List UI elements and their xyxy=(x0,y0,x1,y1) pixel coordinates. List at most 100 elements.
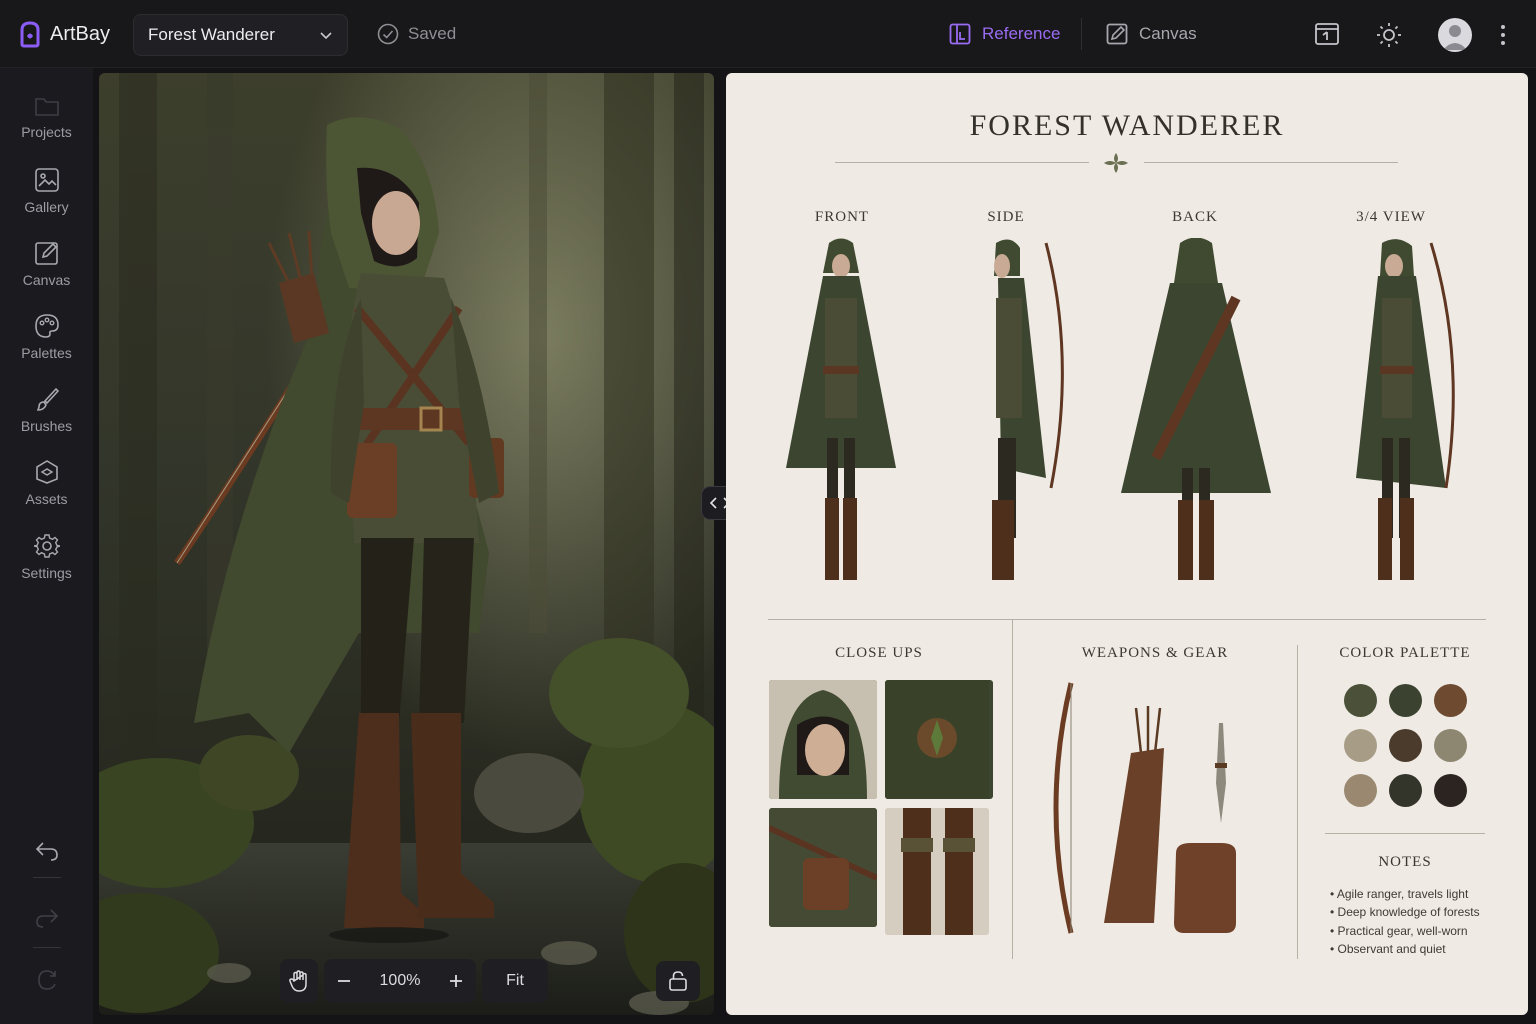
sidebar-item-label: Canvas xyxy=(22,272,71,288)
notes-rule xyxy=(1325,833,1485,834)
app-logo[interactable]: ArtBay xyxy=(18,20,110,48)
sidebar-item-projects[interactable]: Projects xyxy=(0,94,93,158)
note-item: Deep knowledge of forests xyxy=(1330,903,1480,921)
save-status-label: Saved xyxy=(408,24,457,43)
palette-swatch[interactable] xyxy=(1344,729,1377,762)
section-label-palette: COLOR PALETTE xyxy=(1339,645,1471,661)
project-selector[interactable]: Forest Wanderer xyxy=(133,14,348,56)
compare-icon[interactable] xyxy=(1314,21,1340,47)
note-item: Observant and quiet xyxy=(1330,940,1480,958)
figure-back xyxy=(1121,238,1271,580)
sidebar-item-gallery[interactable]: Gallery xyxy=(0,167,93,231)
palette-swatch[interactable] xyxy=(1389,684,1422,717)
sidebar-item-label: Palettes xyxy=(21,345,72,361)
pouch-closeup-illustration xyxy=(769,808,877,927)
gear-icon xyxy=(33,534,60,558)
sidebar-divider xyxy=(33,947,61,948)
top-bar: ArtBay Forest Wanderer Saved Reference C… xyxy=(0,0,1536,68)
brush-icon xyxy=(36,387,59,411)
fit-button[interactable]: Fit xyxy=(482,959,548,1003)
palette-icon xyxy=(34,314,59,338)
reference-icon xyxy=(949,23,971,45)
pan-tool-button[interactable] xyxy=(280,959,318,1003)
sidebar-item-label: Projects xyxy=(21,124,72,140)
sidebar-item-assets[interactable]: Assets xyxy=(0,459,93,523)
view-label-three-quarter: 3/4 VIEW xyxy=(1356,209,1426,225)
user-avatar[interactable] xyxy=(1438,18,1472,52)
lock-icon xyxy=(669,971,687,991)
project-name: Forest Wanderer xyxy=(148,25,275,44)
mode-reference-button[interactable]: Reference xyxy=(948,22,1060,46)
closeup-face[interactable] xyxy=(769,680,877,799)
title-rule-right xyxy=(1144,162,1398,163)
face-closeup-illustration xyxy=(769,680,877,799)
character-sheet-panel: FOREST WANDERER FRONT SIDE BACK 3/4 VIEW xyxy=(726,73,1528,1015)
turnaround-figures xyxy=(786,238,1455,580)
zoom-in-icon[interactable] xyxy=(448,973,464,989)
refresh-icon[interactable] xyxy=(34,968,60,992)
gear-illustration xyxy=(1053,682,1236,934)
sidebar-item-label: Assets xyxy=(25,491,68,507)
title-rule-left xyxy=(835,162,1089,163)
sidebar-item-palettes[interactable]: Palettes xyxy=(0,313,93,377)
closeup-pouch[interactable] xyxy=(769,808,877,927)
palette-swatch[interactable] xyxy=(1434,774,1467,807)
sidebar: Projects Gallery Canvas Palettes Brushes… xyxy=(0,68,93,1024)
mode-reference-label: Reference xyxy=(982,24,1061,43)
hand-icon xyxy=(289,970,307,992)
palette-swatch[interactable] xyxy=(1344,684,1377,717)
user-icon xyxy=(1443,25,1467,50)
sidebar-item-label: Gallery xyxy=(24,199,69,215)
zoom-out-icon[interactable] xyxy=(336,973,352,989)
redo-icon[interactable] xyxy=(34,906,60,930)
save-status: Saved xyxy=(377,23,456,45)
section-divider-2 xyxy=(1297,645,1298,959)
lock-view-button[interactable] xyxy=(656,961,700,1001)
section-label-closeups: CLOSE UPS xyxy=(835,645,923,661)
chevron-down-icon xyxy=(320,32,332,40)
sidebar-item-canvas[interactable]: Canvas xyxy=(0,240,93,304)
view-label-side: SIDE xyxy=(987,209,1025,225)
zoom-level: 100% xyxy=(379,972,421,989)
zoom-toolbar: 100% Fit xyxy=(280,959,548,1003)
section-divider-1 xyxy=(1012,619,1013,959)
cube-icon xyxy=(35,460,58,484)
sidebar-item-settings[interactable]: Settings xyxy=(0,533,93,597)
figure-three-quarter xyxy=(1356,239,1455,580)
note-item: Practical gear, well-worn xyxy=(1330,922,1480,940)
closeup-boots[interactable] xyxy=(885,808,989,935)
artbay-logo-icon xyxy=(20,21,40,48)
figure-front xyxy=(786,238,896,580)
palette-swatch[interactable] xyxy=(1434,729,1467,762)
palette-swatch[interactable] xyxy=(1434,684,1467,717)
zoom-controls: 100% xyxy=(324,959,476,1003)
leaf-ornament-icon xyxy=(1104,153,1128,173)
mode-canvas-label: Canvas xyxy=(1139,24,1197,43)
section-rule xyxy=(768,619,1486,620)
palette-swatch[interactable] xyxy=(1344,774,1377,807)
view-label-back: BACK xyxy=(1172,209,1218,225)
mode-divider xyxy=(1081,18,1082,50)
palette-swatch[interactable] xyxy=(1389,774,1422,807)
canvas-edit-icon xyxy=(1106,23,1128,45)
palette-swatch[interactable] xyxy=(1389,729,1422,762)
notes-title: NOTES xyxy=(1378,854,1432,870)
undo-icon[interactable] xyxy=(34,839,60,863)
sidebar-item-brushes[interactable]: Brushes xyxy=(0,386,93,450)
edit-icon xyxy=(34,242,58,265)
boots-closeup-illustration xyxy=(885,808,989,935)
brooch-closeup-illustration xyxy=(885,680,989,799)
section-label-gear: WEAPONS & GEAR xyxy=(1081,645,1229,661)
view-label-front: FRONT xyxy=(814,209,870,225)
mode-canvas-button[interactable]: Canvas xyxy=(1105,22,1197,46)
sun-icon[interactable] xyxy=(1376,22,1402,48)
reference-image-panel[interactable] xyxy=(99,73,714,1015)
closeup-brooch[interactable] xyxy=(885,680,993,799)
image-icon xyxy=(34,168,59,192)
app-name: ArtBay xyxy=(50,22,111,45)
folder-icon xyxy=(34,98,59,116)
figure-side xyxy=(992,239,1064,580)
more-vertical-icon[interactable] xyxy=(1496,24,1510,46)
forest-ranger-illustration xyxy=(99,73,714,1015)
notes-list: Agile ranger, travels light Deep knowled… xyxy=(1330,885,1480,959)
